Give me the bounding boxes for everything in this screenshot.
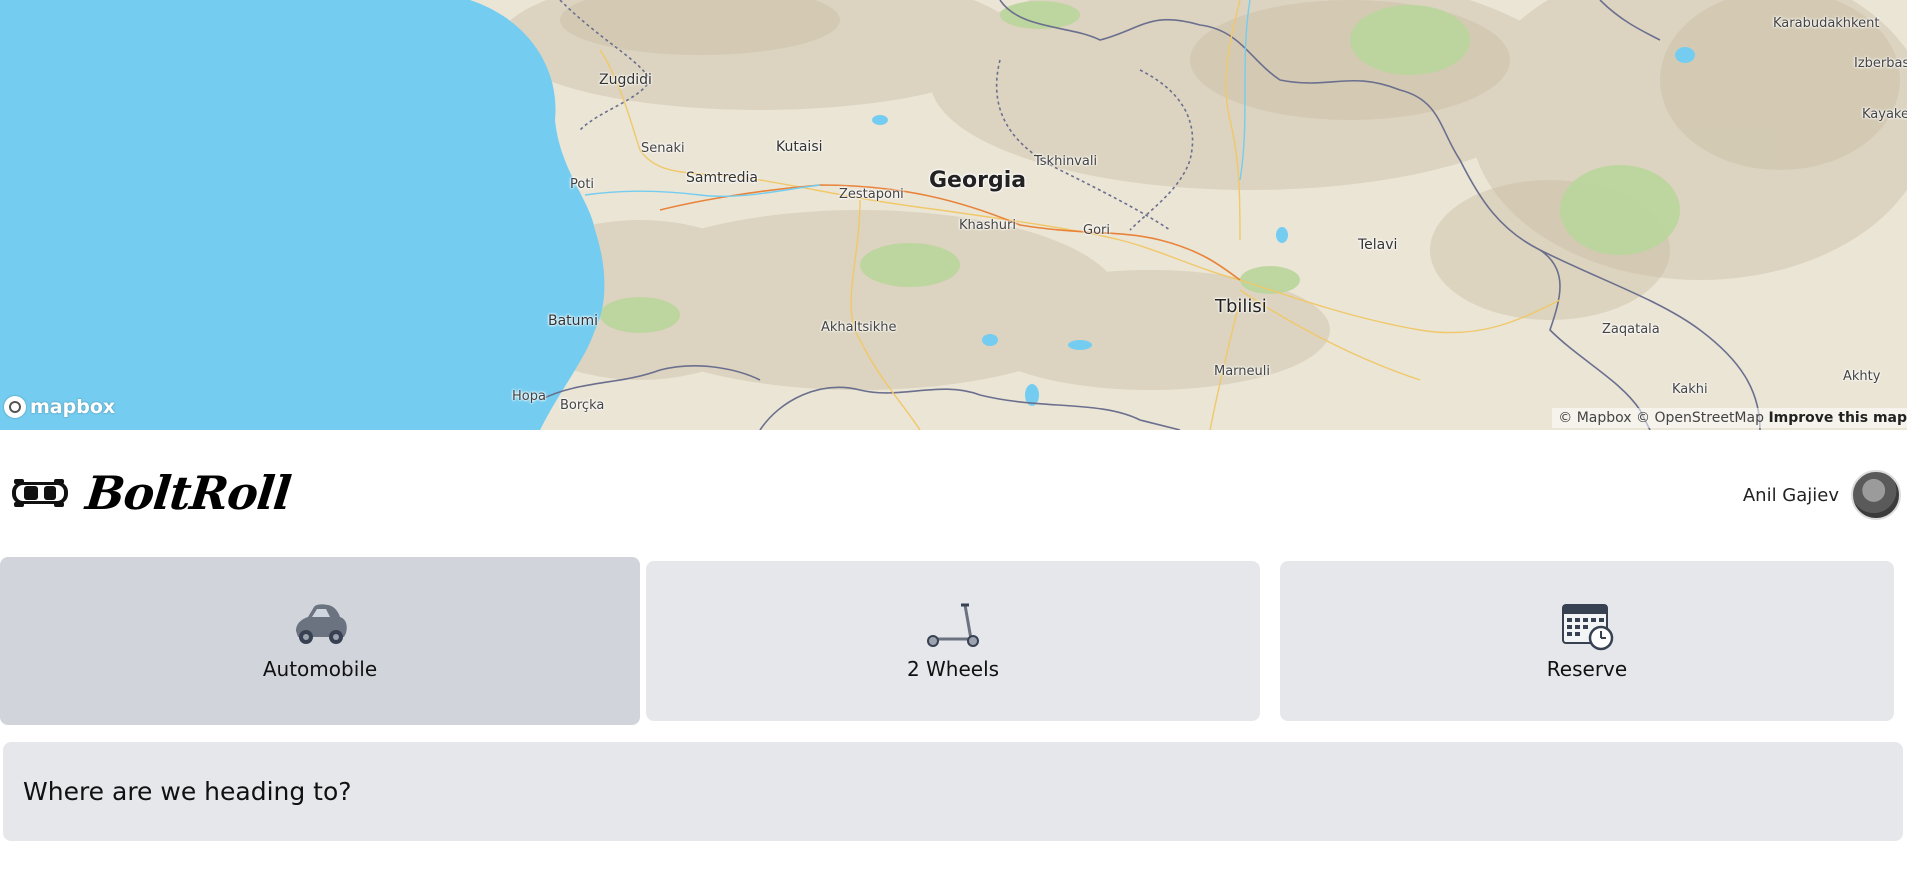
- map-city-label: Kakhi: [1672, 382, 1708, 397]
- map-city-label: Gori: [1083, 223, 1110, 238]
- map-capital-label: Tbilisi: [1215, 296, 1267, 317]
- map-attribution: © Mapbox © OpenStreetMap Improve this ma…: [1552, 408, 1907, 428]
- mapbox-logo-text: mapbox: [30, 396, 116, 418]
- map-city-label: Zestaponi: [839, 187, 904, 202]
- option-label: Reserve: [1546, 657, 1628, 681]
- map-city-label: Borçka: [560, 398, 605, 413]
- car-icon: [288, 601, 352, 651]
- map-city-label: Kutaisi: [776, 139, 823, 155]
- map-city-label: Zaqatala: [1602, 322, 1660, 337]
- map-city-label: Tskhinvali: [1034, 154, 1098, 169]
- map-city-label: Karabudakhkent: [1773, 16, 1880, 31]
- map-city-label: Khashuri: [959, 218, 1016, 233]
- option-label: 2 Wheels: [906, 657, 1000, 681]
- map-view[interactable]: Zugdidi Senaki Kutaisi Samtredia Poti Ze…: [0, 0, 1907, 430]
- user-name: Anil Gajiev: [1742, 484, 1839, 506]
- map-city-label: Hopa: [512, 389, 546, 404]
- attribution-osm-link[interactable]: © OpenStreetMap: [1636, 410, 1764, 426]
- map-city-label: Izberbas: [1854, 56, 1907, 71]
- map-terrain: [0, 0, 1907, 430]
- mapbox-logo[interactable]: mapbox: [4, 396, 115, 418]
- map-city-label: Samtredia: [686, 170, 759, 186]
- scooter-icon: [921, 601, 985, 651]
- destination-input[interactable]: Where are we heading to?: [3, 742, 1903, 841]
- map-city-label: Poti: [570, 177, 595, 192]
- map-city-label: Telavi: [1358, 237, 1398, 253]
- map-city-label: Kayake: [1862, 107, 1907, 122]
- map-city-label: Zugdidi: [599, 72, 652, 88]
- option-label: Automobile: [262, 657, 378, 681]
- map-city-label: Akhty: [1843, 369, 1881, 384]
- map-city-label: Senaki: [641, 141, 685, 156]
- map-city-label: Marneuli: [1214, 364, 1270, 379]
- ride-options: Automobile 2 Wheels Reserve: [0, 557, 1907, 725]
- app-header: BoltRoll Anil Gajiev: [0, 430, 1907, 558]
- destination-prompt: Where are we heading to?: [23, 777, 352, 806]
- map-city-label: Akhaltsikhe: [821, 320, 897, 335]
- calendar-clock-icon: [1555, 601, 1619, 651]
- option-reserve[interactable]: Reserve: [1280, 561, 1894, 721]
- improve-map-link[interactable]: Improve this map: [1768, 410, 1907, 426]
- user-profile[interactable]: Anil Gajiev: [1743, 470, 1901, 520]
- attribution-mapbox-link[interactable]: © Mapbox: [1558, 410, 1631, 426]
- avatar[interactable]: [1851, 470, 1901, 520]
- map-city-label: Batumi: [548, 313, 599, 329]
- brand[interactable]: BoltRoll: [8, 466, 293, 520]
- map-country-label: Georgia: [929, 168, 1027, 193]
- car-top-view-icon: [8, 474, 72, 512]
- mapbox-logo-icon: [4, 396, 26, 418]
- brand-name: BoltRoll: [83, 466, 293, 520]
- option-automobile[interactable]: Automobile: [0, 557, 640, 725]
- option-2-wheels[interactable]: 2 Wheels: [646, 561, 1260, 721]
